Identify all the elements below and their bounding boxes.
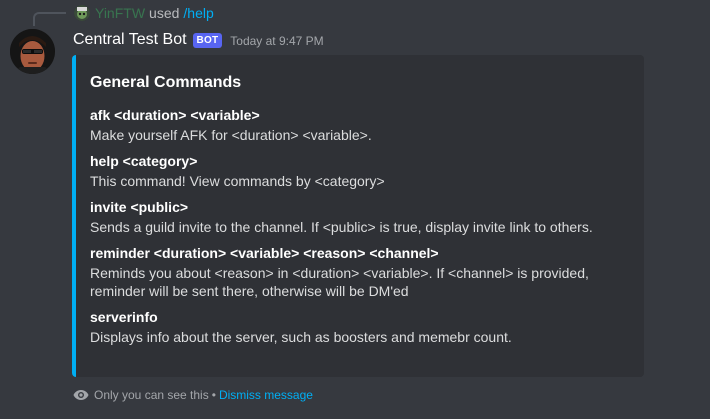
zombie-avatar-icon <box>74 5 90 21</box>
field-name: afk <duration> <variable> <box>90 107 260 123</box>
field-name: help <category> <box>90 153 198 169</box>
bot-tag-badge: BOT <box>192 32 223 48</box>
field-value: This command! View commands by <category… <box>90 173 385 189</box>
embed-field: afk <duration> <variable> Make yourself … <box>90 106 628 144</box>
embed-field: invite <public> Sends a guild invite to … <box>90 198 628 236</box>
reply-user-avatar[interactable] <box>74 5 90 21</box>
embed-field: help <category> This command! View comma… <box>90 152 628 190</box>
embed-field: serverinfo Displays info about the serve… <box>90 308 628 346</box>
author-name[interactable]: Central Test Bot <box>73 31 187 49</box>
help-embed: General Commands afk <duration> <variabl… <box>72 55 644 377</box>
field-name: reminder <duration> <variable> <reason> … <box>90 245 439 261</box>
reply-used-label: used <box>149 5 180 21</box>
field-value: Sends a guild invite to the channel. If … <box>90 219 593 235</box>
embed-body: General Commands afk <duration> <variabl… <box>90 73 628 354</box>
reply-command[interactable]: /help <box>183 5 213 21</box>
field-value: Reminds you about <reason> in <duration>… <box>90 265 589 299</box>
message-header: Central Test Bot BOT Today at 9:47 PM <box>73 29 324 51</box>
reply-spine <box>33 12 66 26</box>
dismiss-message-link[interactable]: Dismiss message <box>219 388 313 402</box>
message-timestamp[interactable]: Today at 9:47 PM <box>230 32 323 48</box>
eye-icon <box>73 387 89 403</box>
terminator-avatar-icon <box>10 29 55 74</box>
ephemeral-notice: Only you can see this • Dismiss message <box>73 386 313 404</box>
ephemeral-notice-text: Only you can see this <box>94 388 209 402</box>
bot-avatar[interactable] <box>10 29 55 74</box>
embed-title: General Commands <box>90 74 242 91</box>
field-value: Displays info about the server, such as … <box>90 329 512 345</box>
embed-accent-bar <box>72 55 76 377</box>
field-name: serverinfo <box>90 309 158 325</box>
interaction-reference[interactable]: YinFTW used /help <box>74 4 214 22</box>
reply-username[interactable]: YinFTW <box>95 5 145 21</box>
field-value: Make yourself AFK for <duration> <variab… <box>90 127 372 143</box>
embed-field: reminder <duration> <variable> <reason> … <box>90 244 628 300</box>
chat-view: YinFTW used /help Central Test Bot BOT T… <box>0 0 710 419</box>
field-name: invite <public> <box>90 199 189 215</box>
separator-dot: • <box>211 388 216 402</box>
